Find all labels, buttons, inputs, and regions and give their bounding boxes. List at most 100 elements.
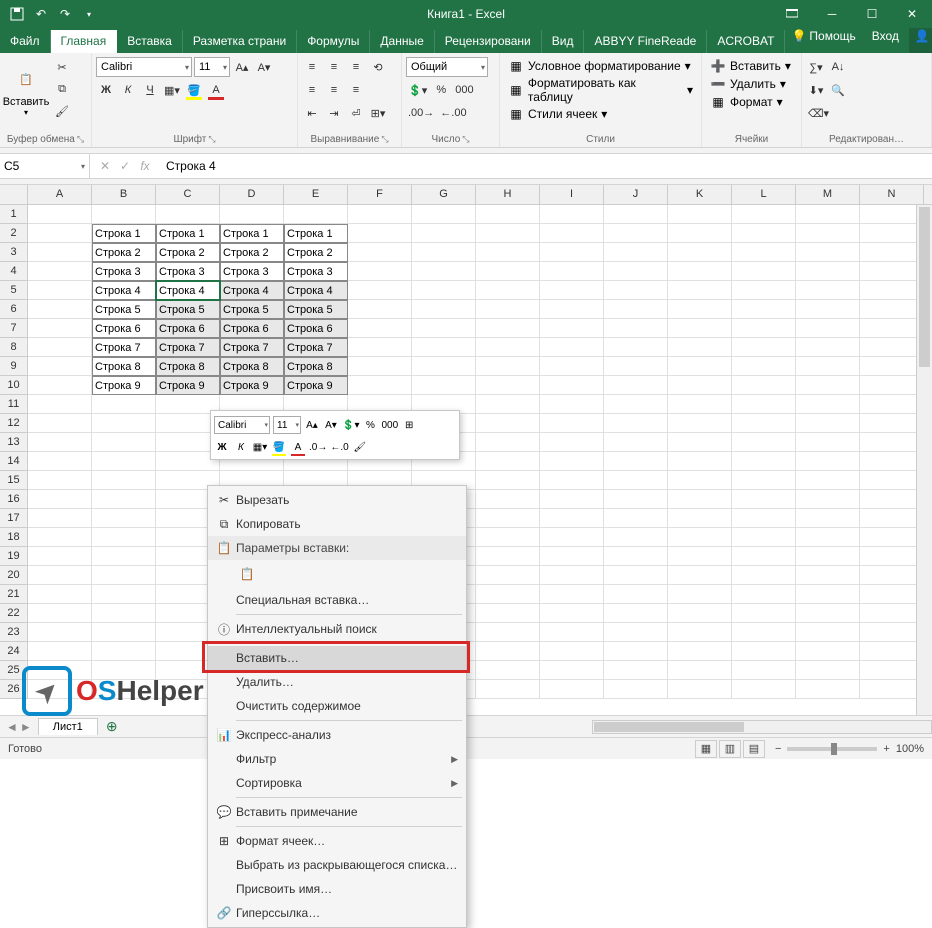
cell-J7[interactable] (604, 319, 668, 338)
cell-K10[interactable] (668, 376, 732, 395)
cell-M4[interactable] (796, 262, 860, 281)
cell-M16[interactable] (796, 490, 860, 509)
ctx-cut[interactable]: ✂Вырезать (208, 488, 466, 512)
cell-J4[interactable] (604, 262, 668, 281)
cell-M14[interactable] (796, 452, 860, 471)
cell-K4[interactable] (668, 262, 732, 281)
cell-M1[interactable] (796, 205, 860, 224)
cell-L8[interactable] (732, 338, 796, 357)
cell-I15[interactable] (540, 471, 604, 490)
cell-M21[interactable] (796, 585, 860, 604)
cell-A11[interactable] (28, 395, 92, 414)
cell-E10[interactable]: Строка 9 (284, 376, 348, 395)
cell-D5[interactable]: Строка 4 (220, 281, 284, 300)
cell-L19[interactable] (732, 547, 796, 566)
cell-I12[interactable] (540, 414, 604, 433)
cell-B6[interactable]: Строка 5 (92, 300, 156, 319)
cell-A5[interactable] (28, 281, 92, 300)
dialog-launcher-icon[interactable]: ⤡ (77, 134, 84, 145)
ctx-filter[interactable]: Фильтр▶ (208, 747, 466, 771)
cell-B24[interactable] (92, 642, 156, 661)
cell-L26[interactable] (732, 680, 796, 699)
cell-K19[interactable] (668, 547, 732, 566)
cell-M26[interactable] (796, 680, 860, 699)
cell-B7[interactable]: Строка 6 (92, 319, 156, 338)
cell-B10[interactable]: Строка 9 (92, 376, 156, 395)
cell-D1[interactable] (220, 205, 284, 224)
row-header-5[interactable]: 5 (0, 281, 28, 300)
cell-I14[interactable] (540, 452, 604, 471)
tab-formulas[interactable]: Формулы (297, 30, 370, 53)
cell-J2[interactable] (604, 224, 668, 243)
col-header-N[interactable]: N (860, 185, 924, 204)
cell-J5[interactable] (604, 281, 668, 300)
cell-D6[interactable]: Строка 5 (220, 300, 284, 319)
cell-J26[interactable] (604, 680, 668, 699)
align-top-icon[interactable]: ≡ (302, 57, 322, 77)
cell-J20[interactable] (604, 566, 668, 585)
row-header-1[interactable]: 1 (0, 205, 28, 224)
cell-B23[interactable] (92, 623, 156, 642)
cell-J24[interactable] (604, 642, 668, 661)
cell-B4[interactable]: Строка 3 (92, 262, 156, 281)
horizontal-scrollbar[interactable] (592, 720, 932, 734)
dialog-launcher-icon[interactable]: ⤡ (462, 134, 469, 145)
cell-B16[interactable] (92, 490, 156, 509)
cell-H10[interactable] (476, 376, 540, 395)
cell-I16[interactable] (540, 490, 604, 509)
cell-K13[interactable] (668, 433, 732, 452)
row-header-10[interactable]: 10 (0, 376, 28, 395)
cell-I18[interactable] (540, 528, 604, 547)
cell-M15[interactable] (796, 471, 860, 490)
cell-N25[interactable] (860, 661, 924, 680)
italic-button[interactable]: К (118, 80, 138, 100)
font-size-combo[interactable]: 11 (194, 57, 230, 77)
ctx-quick-analysis[interactable]: 📊Экспресс-анализ (208, 723, 466, 747)
tab-data[interactable]: Данные (370, 30, 434, 53)
cell-J15[interactable] (604, 471, 668, 490)
cell-A20[interactable] (28, 566, 92, 585)
autosum-icon[interactable]: ∑▾ (806, 57, 826, 77)
copy-icon[interactable]: ⧉ (52, 79, 72, 99)
mini-thousands-icon[interactable]: 000 (381, 416, 398, 434)
redo-icon[interactable]: ↷ (54, 3, 76, 25)
mini-font-color-icon[interactable]: A (290, 438, 306, 456)
cell-A6[interactable] (28, 300, 92, 319)
col-header-H[interactable]: H (476, 185, 540, 204)
cell-I2[interactable] (540, 224, 604, 243)
cell-I25[interactable] (540, 661, 604, 680)
row-header-12[interactable]: 12 (0, 414, 28, 433)
cell-N15[interactable] (860, 471, 924, 490)
cell-K9[interactable] (668, 357, 732, 376)
cell-E3[interactable]: Строка 2 (284, 243, 348, 262)
cell-N1[interactable] (860, 205, 924, 224)
cell-E1[interactable] (284, 205, 348, 224)
increase-indent-icon[interactable]: ⇥ (324, 103, 344, 123)
zoom-slider[interactable] (787, 747, 877, 751)
row-header-20[interactable]: 20 (0, 566, 28, 585)
align-bottom-icon[interactable]: ≡ (346, 57, 366, 77)
qat-more-icon[interactable]: ▾ (78, 3, 100, 25)
sheet-nav-next[interactable]: ► (20, 720, 32, 734)
cell-F5[interactable] (348, 281, 412, 300)
mini-size-combo[interactable]: 11 (273, 416, 301, 434)
cell-H11[interactable] (476, 395, 540, 414)
cell-N5[interactable] (860, 281, 924, 300)
cell-G8[interactable] (412, 338, 476, 357)
mini-font-combo[interactable]: Calibri (214, 416, 270, 434)
cell-J3[interactable] (604, 243, 668, 262)
cell-C2[interactable]: Строка 1 (156, 224, 220, 243)
cell-L17[interactable] (732, 509, 796, 528)
ctx-hyperlink[interactable]: 🔗Гиперссылка… (208, 901, 466, 925)
cell-L20[interactable] (732, 566, 796, 585)
sheet-nav-prev[interactable]: ◄ (6, 720, 18, 734)
cell-L3[interactable] (732, 243, 796, 262)
cell-H8[interactable] (476, 338, 540, 357)
cell-D2[interactable]: Строка 1 (220, 224, 284, 243)
cell-N10[interactable] (860, 376, 924, 395)
cell-N9[interactable] (860, 357, 924, 376)
cell-M8[interactable] (796, 338, 860, 357)
cell-J23[interactable] (604, 623, 668, 642)
cell-A23[interactable] (28, 623, 92, 642)
cell-G7[interactable] (412, 319, 476, 338)
